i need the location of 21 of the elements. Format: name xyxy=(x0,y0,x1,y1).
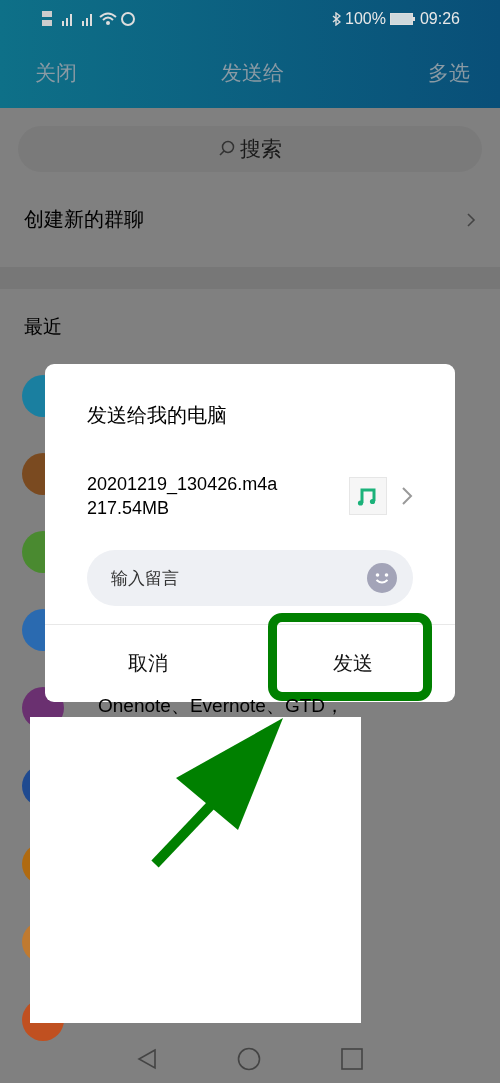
chevron-right-icon[interactable] xyxy=(401,486,413,506)
back-icon[interactable] xyxy=(137,1048,157,1070)
battery-icon xyxy=(389,13,416,25)
recents-icon[interactable] xyxy=(341,1048,363,1070)
bluetooth-icon xyxy=(332,12,342,26)
multi-select-button[interactable]: 多选 xyxy=(428,59,470,87)
music-note-icon[interactable] xyxy=(349,477,387,515)
file-size: 217.54MB xyxy=(87,497,171,520)
battery-percentage: 100% xyxy=(345,10,386,28)
smiley-icon[interactable] xyxy=(367,563,397,593)
home-icon[interactable] xyxy=(237,1047,261,1071)
chevron-right-icon xyxy=(466,211,476,228)
message-field[interactable]: 输入留言 xyxy=(87,550,413,606)
new-group-row[interactable]: 创建新的群聊 xyxy=(0,172,500,267)
clock-time: 09:26 xyxy=(419,10,460,28)
search-icon xyxy=(218,140,236,158)
screen-title: 发送给 xyxy=(221,60,284,87)
file-name: 20201219_130426.m4a xyxy=(87,473,279,496)
section-title: 最近 xyxy=(23,314,63,339)
dialog-title: 发送给我的电脑 xyxy=(87,402,228,429)
search-field[interactable]: 搜索 xyxy=(18,126,482,172)
